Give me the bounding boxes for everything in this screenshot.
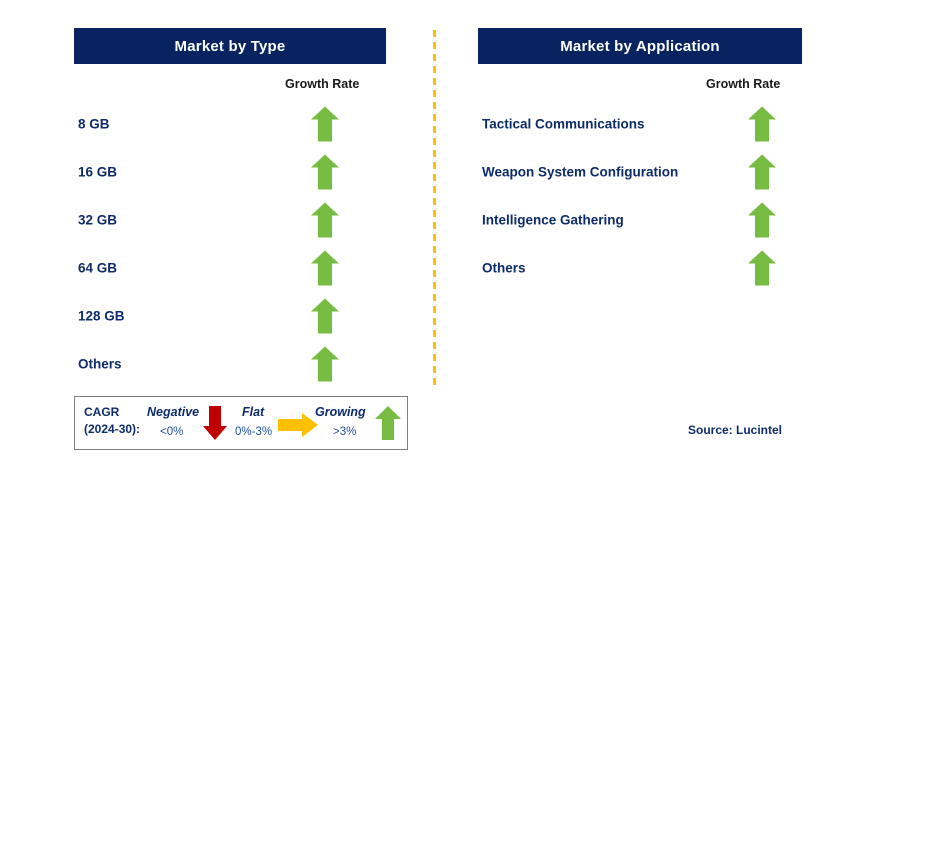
list-item: Others [482,245,792,291]
cagr-legend: CAGR (2024-30): Negative <0% Flat 0%-3% … [74,396,408,450]
legend-title: CAGR (2024-30): [84,404,140,438]
up-arrow-icon [748,106,776,142]
right-arrow-icon [278,413,318,437]
up-arrow-icon [311,154,339,190]
legend-label-negative: Negative [147,405,200,419]
list-item: 8 GB [78,101,378,147]
list-item: Tactical Communications [482,101,792,147]
legend-range-negative: <0% [160,426,184,438]
segment-label: 128 GB [78,308,125,324]
segment-label: Tactical Communications [482,116,645,132]
segment-label: Others [78,356,122,372]
legend-range-growing: >3% [333,426,357,438]
list-item: Weapon System Configuration [482,149,792,195]
segment-label: 16 GB [78,164,118,180]
list-item: Others [78,341,378,387]
down-arrow-icon [203,406,227,440]
list-item: 16 GB [78,149,378,195]
segment-label: 8 GB [78,116,110,132]
legend-range-flat: 0%-3% [235,426,273,438]
segment-label: Intelligence Gathering [482,212,624,228]
growth-rate-column-label-type: Growth Rate [285,77,360,91]
up-arrow-icon [311,106,339,142]
legend-title-line1: CAGR [84,405,120,419]
list-item: 32 GB [78,197,378,243]
legend-label-flat: Flat [242,405,265,419]
up-arrow-icon [748,202,776,238]
segment-label: Others [482,260,526,276]
list-item: 64 GB [78,245,378,291]
segment-label: Weapon System Configuration [482,164,679,180]
legend-title-line2: (2024-30): [84,422,141,436]
panel-header-market-by-type: Market by Type [74,28,386,64]
list-item: Intelligence Gathering [482,197,792,243]
up-arrow-icon [311,346,339,382]
up-arrow-icon [311,298,339,334]
up-arrow-icon [748,154,776,190]
up-arrow-icon [311,202,339,238]
growth-rate-column-label-application: Growth Rate [706,77,781,91]
up-arrow-icon [748,250,776,286]
vertical-dashed-divider [433,30,436,390]
list-item: 128 GB [78,293,378,339]
legend-label-growing: Growing [315,405,366,419]
segment-label: 64 GB [78,260,118,276]
panel-header-market-by-application: Market by Application [478,28,802,64]
up-arrow-icon [311,250,339,286]
up-arrow-icon [375,406,401,440]
panel-title-text: Market by Application [560,37,720,55]
panel-title-text: Market by Type [174,37,286,55]
segment-label: 32 GB [78,212,118,228]
source-note: Source: Lucintel [688,423,783,437]
